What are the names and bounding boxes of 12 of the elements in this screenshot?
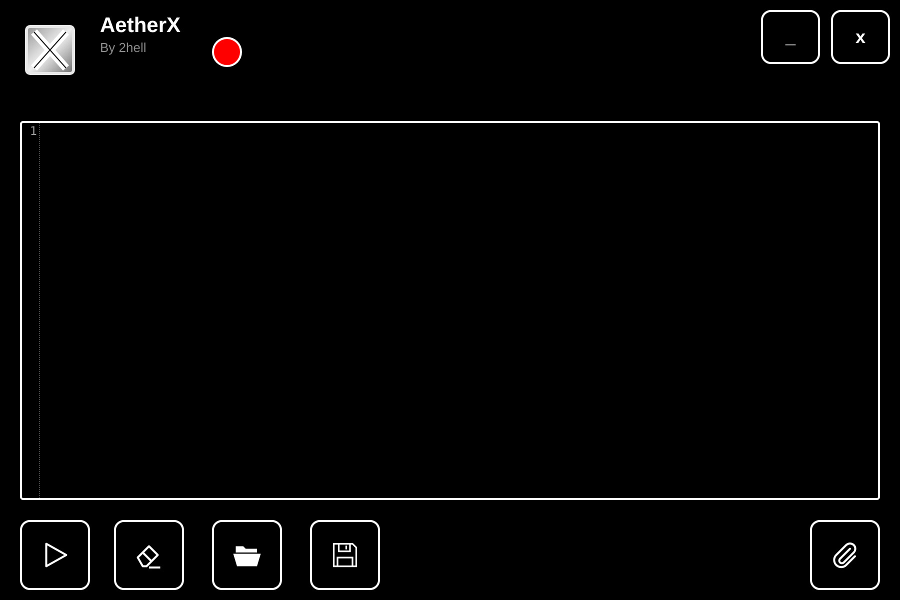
minimize-button[interactable]: _ bbox=[761, 10, 820, 64]
attach-button[interactable] bbox=[810, 520, 880, 590]
code-editor[interactable]: 1 bbox=[20, 121, 880, 500]
line-number: 1 bbox=[30, 124, 38, 139]
close-button[interactable]: x bbox=[831, 10, 890, 64]
logo-icon bbox=[24, 24, 76, 76]
clear-button[interactable] bbox=[114, 520, 184, 590]
save-button[interactable] bbox=[310, 520, 380, 590]
author-text: By 2hell bbox=[100, 40, 148, 56]
app-title: AetherX bbox=[100, 13, 181, 39]
open-button[interactable] bbox=[212, 520, 282, 590]
run-button[interactable] bbox=[20, 520, 90, 590]
